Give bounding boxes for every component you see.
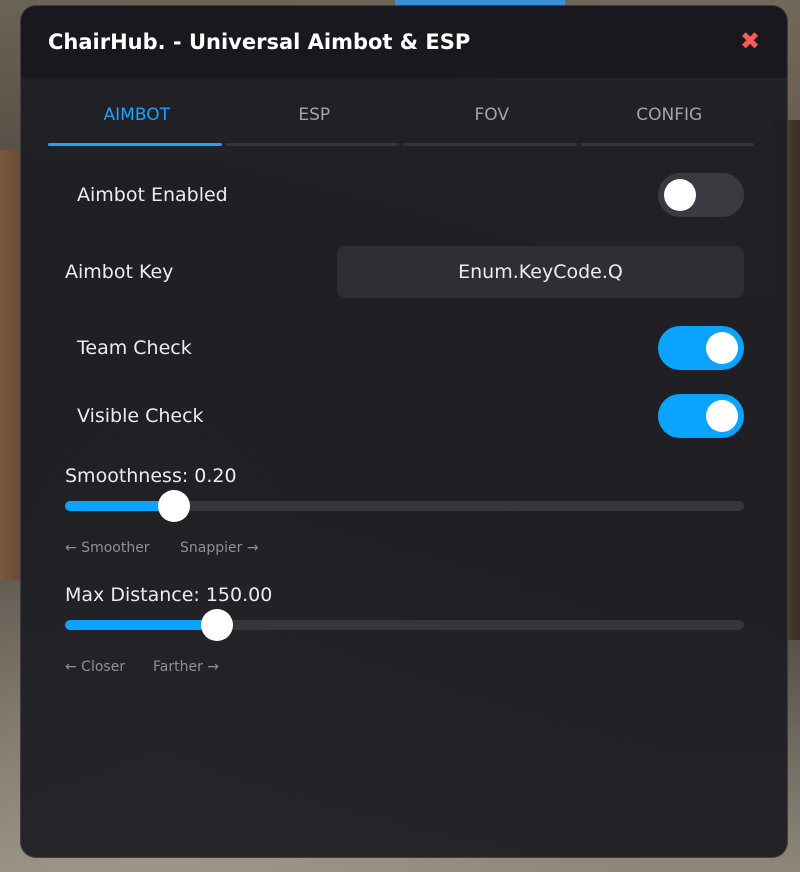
tab-config[interactable]: CONFIG <box>580 90 759 146</box>
tab-underline <box>225 143 399 146</box>
max-distance-slider[interactable] <box>65 609 744 641</box>
toggle-knob <box>706 400 738 432</box>
max-distance-label: Max Distance: 150.00 <box>65 584 273 606</box>
close-icon: ✖ <box>739 27 761 55</box>
tab-bar: AIMBOT ESP FOV CONFIG <box>48 90 758 146</box>
slider-thumb[interactable] <box>201 609 234 641</box>
tab-label: FOV <box>474 105 510 125</box>
slider-fill <box>65 620 218 630</box>
visible-check-toggle[interactable] <box>658 394 744 438</box>
close-button[interactable]: ✖ <box>739 27 761 55</box>
tab-fov[interactable]: FOV <box>403 90 581 146</box>
chairhub-window: ChairHub. - Universal Aimbot & ESP ✖ AIM… <box>20 5 788 858</box>
tab-aimbot[interactable]: AIMBOT <box>48 90 226 146</box>
title-bar[interactable]: ChairHub. - Universal Aimbot & ESP ✖ <box>21 6 787 78</box>
smoothness-slider[interactable] <box>65 490 744 522</box>
tab-underline <box>48 143 222 146</box>
window-title: ChairHub. - Universal Aimbot & ESP <box>48 30 471 54</box>
slider-thumb[interactable] <box>157 490 190 522</box>
aimbot-enabled-toggle[interactable] <box>658 173 744 217</box>
tab-esp[interactable]: ESP <box>225 90 404 146</box>
tab-label: AIMBOT <box>103 105 170 125</box>
aimbot-key-button[interactable]: Enum.KeyCode.Q <box>337 246 744 298</box>
tab-underline <box>580 143 754 146</box>
visible-check-label: Visible Check <box>77 405 204 427</box>
team-check-toggle[interactable] <box>658 326 744 370</box>
max-distance-hint-right: Farther → <box>153 659 220 675</box>
toggle-knob <box>664 179 696 211</box>
tab-label: CONFIG <box>636 105 703 125</box>
tab-underline <box>403 143 577 146</box>
tab-label: ESP <box>298 105 331 125</box>
smoothness-hint-left: ← Smoother <box>65 540 150 556</box>
aimbot-key-label: Aimbot Key <box>65 261 174 283</box>
toggle-knob <box>706 332 738 364</box>
smoothness-label: Smoothness: 0.20 <box>65 465 237 487</box>
aimbot-enabled-label: Aimbot Enabled <box>77 184 228 206</box>
smoothness-hint-right: Snappier → <box>180 540 259 556</box>
team-check-label: Team Check <box>77 337 192 359</box>
max-distance-hint-left: ← Closer <box>65 659 126 675</box>
